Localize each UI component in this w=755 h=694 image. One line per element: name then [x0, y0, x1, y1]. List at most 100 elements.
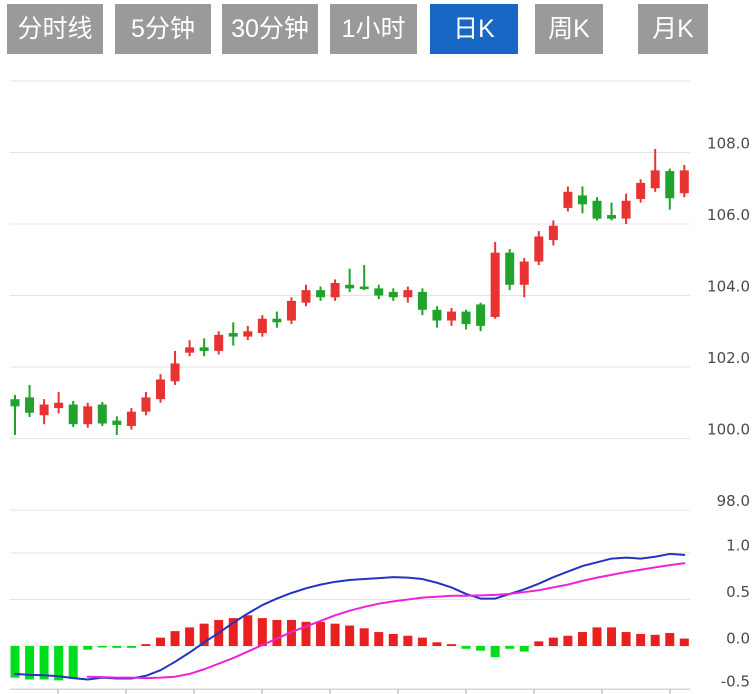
kline-macd-chart: 108.0 106.0 104.0 102.0 100.0 98.0 1.0 0.5 0.0 -0… [0, 0, 755, 694]
macd-bar [258, 618, 267, 646]
macd-bar [360, 628, 369, 646]
candle-body [69, 405, 78, 425]
macd-bar [331, 624, 340, 646]
macd-bar [651, 635, 660, 646]
candle-body [54, 403, 63, 408]
macd-bar [272, 620, 281, 646]
dif-line [15, 554, 684, 680]
gridlines [10, 81, 690, 694]
macd-bar [593, 627, 602, 646]
candle-body [345, 285, 354, 289]
macd-axis-label: 0.5 [726, 583, 750, 601]
candle-body [112, 421, 121, 425]
candle-body [534, 237, 543, 262]
macd-bar [680, 639, 689, 646]
price-axis-label: 98.0 [717, 492, 750, 510]
macd-bar [432, 642, 441, 646]
macd-histogram [11, 615, 689, 680]
macd-bar [98, 646, 107, 648]
candles-group [11, 149, 689, 435]
macd-bar [185, 627, 194, 646]
candle-body [622, 201, 631, 219]
candle-body [360, 287, 369, 290]
candle-body [258, 319, 267, 333]
candle-body [549, 226, 558, 240]
price-axis-label: 100.0 [707, 421, 750, 439]
candle-body [563, 192, 572, 208]
macd-bar [69, 646, 78, 679]
macd-bar [447, 644, 456, 646]
macd-bar [11, 646, 20, 678]
candle-body [127, 412, 136, 426]
candle-body [331, 283, 340, 297]
macd-bar [127, 646, 136, 648]
price-axis-label: 104.0 [707, 278, 750, 296]
candle-body [680, 170, 689, 193]
candle-body [665, 171, 674, 198]
candle-body [403, 290, 412, 297]
macd-bar [374, 632, 383, 646]
macd-lines [15, 554, 684, 680]
macd-bar [112, 646, 121, 648]
candle-body [141, 397, 150, 411]
candle-body [578, 195, 587, 204]
candle-body [25, 397, 34, 412]
candle-body [505, 253, 514, 285]
candle-body [243, 331, 252, 336]
macd-axis-label: -0.5 [721, 673, 750, 691]
candle-body [476, 304, 485, 325]
candle-body [374, 288, 383, 295]
candle-body [229, 333, 238, 337]
axis-labels: 108.0 106.0 104.0 102.0 100.0 98.0 1.0 0.5 0.0 -0… [707, 135, 750, 691]
candle-body [447, 312, 456, 321]
macd-bar [505, 646, 514, 649]
macd-bar [462, 646, 471, 649]
macd-bar [491, 646, 500, 657]
candle-body [651, 170, 660, 188]
candle-body [316, 290, 325, 297]
candle-body [593, 201, 602, 219]
candle-body [200, 347, 209, 351]
candle-body [432, 310, 441, 321]
candle-body [462, 312, 471, 325]
candle-body [287, 301, 296, 321]
macd-bar [534, 641, 543, 646]
macd-axis-label: 1.0 [726, 537, 750, 555]
candle-body [520, 262, 529, 285]
candle-body [607, 215, 616, 219]
candle-body [214, 335, 223, 351]
candle-body [156, 380, 165, 400]
candle-body [40, 405, 49, 416]
macd-bar [578, 632, 587, 646]
macd-bar [83, 646, 92, 650]
macd-bar [316, 622, 325, 646]
candle-body [11, 399, 20, 406]
macd-axis-label: 0.0 [726, 630, 750, 648]
macd-bar [345, 626, 354, 646]
macd-bar [243, 615, 252, 646]
price-axis-label: 102.0 [707, 349, 750, 367]
macd-bar [403, 636, 412, 646]
macd-bar [171, 631, 180, 646]
candle-body [302, 290, 311, 303]
macd-bar [141, 644, 150, 646]
macd-bar [156, 638, 165, 646]
candle-body [389, 292, 398, 297]
macd-bar [665, 633, 674, 646]
candle-body [185, 347, 194, 352]
macd-bar [389, 634, 398, 646]
price-axis-label: 108.0 [707, 135, 750, 153]
candle-body [98, 405, 107, 424]
candle-body [418, 292, 427, 310]
macd-bar [549, 638, 558, 646]
candle-body [491, 253, 500, 317]
macd-bar [476, 646, 485, 651]
macd-bar [636, 634, 645, 646]
macd-bar [563, 636, 572, 646]
price-axis-label: 106.0 [707, 206, 750, 224]
candle-body [636, 183, 645, 199]
candle-body [83, 406, 92, 424]
macd-bar [622, 632, 631, 646]
macd-bar [520, 646, 529, 652]
macd-bar [418, 638, 427, 646]
